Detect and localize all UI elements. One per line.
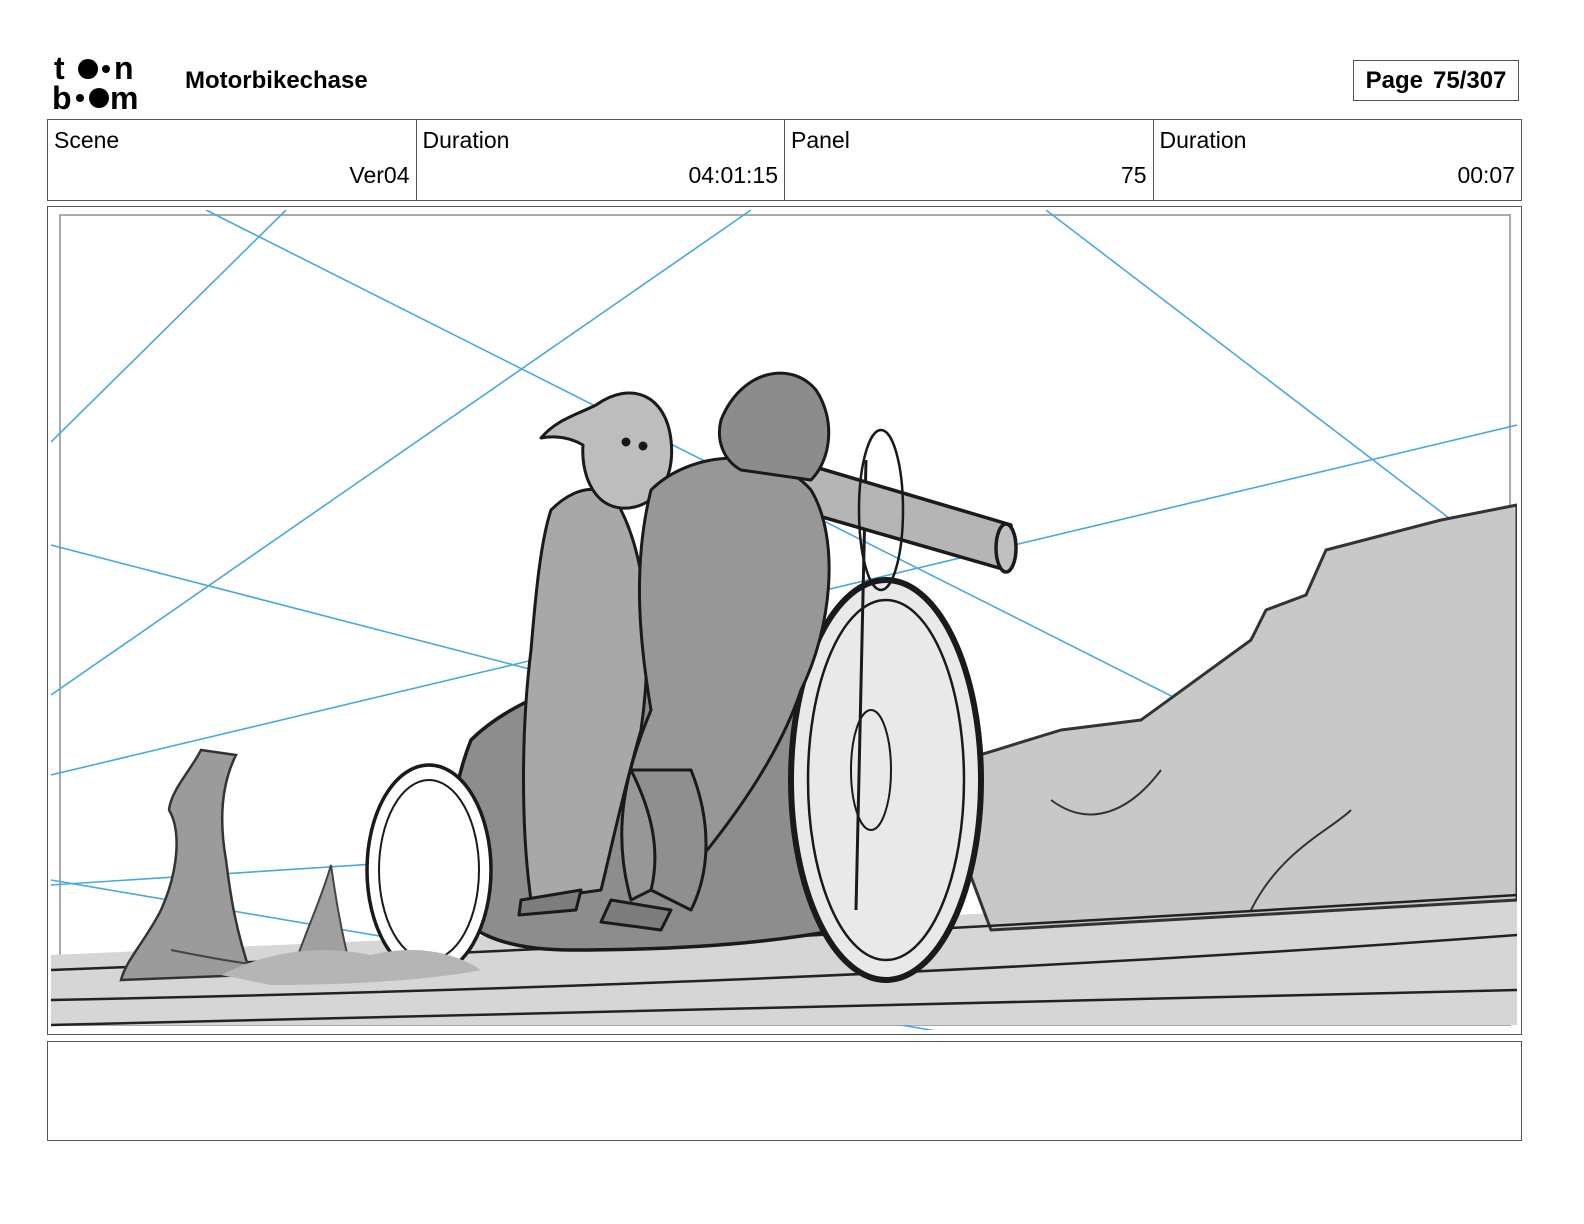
scene-label: Scene	[54, 127, 120, 153]
project-title: Motorbikechase	[185, 67, 368, 94]
storyboard-sketch-image	[51, 210, 1517, 1030]
scene-info-table: Scene Ver04 Duration 04:01:15 Panel 75 D…	[47, 119, 1522, 201]
front-rider-helmet	[717, 371, 831, 482]
scene-value: Ver04	[349, 162, 410, 188]
panel-cell: Panel 75	[785, 120, 1154, 200]
tree-stump	[119, 748, 253, 982]
panel-duration-value: 00:07	[1457, 162, 1515, 188]
scene-duration-cell: Duration 04:01:15	[417, 120, 785, 200]
panel-label: Panel	[791, 127, 850, 153]
page-indicator: Page 75/307	[1353, 60, 1519, 101]
panel-duration-label: Duration	[1159, 127, 1247, 153]
panel-frame	[47, 206, 1522, 1035]
panel-duration-cell: Duration 00:07	[1154, 120, 1522, 200]
panel-notes-area	[47, 1041, 1522, 1141]
rear-wheel	[365, 763, 493, 977]
panel-value: 75	[1120, 162, 1147, 188]
svg-text:b: b	[52, 80, 72, 112]
scene-cell: Scene Ver04	[48, 120, 417, 200]
hills	[929, 503, 1517, 932]
page-number: 75/307	[1432, 66, 1507, 94]
toonboom-logo: t n b m	[52, 52, 138, 112]
scene-duration-label: Duration	[422, 127, 510, 153]
scene-duration-value: 04:01:15	[688, 162, 778, 188]
svg-text:m: m	[110, 80, 138, 112]
page-label: Page	[1365, 66, 1423, 94]
